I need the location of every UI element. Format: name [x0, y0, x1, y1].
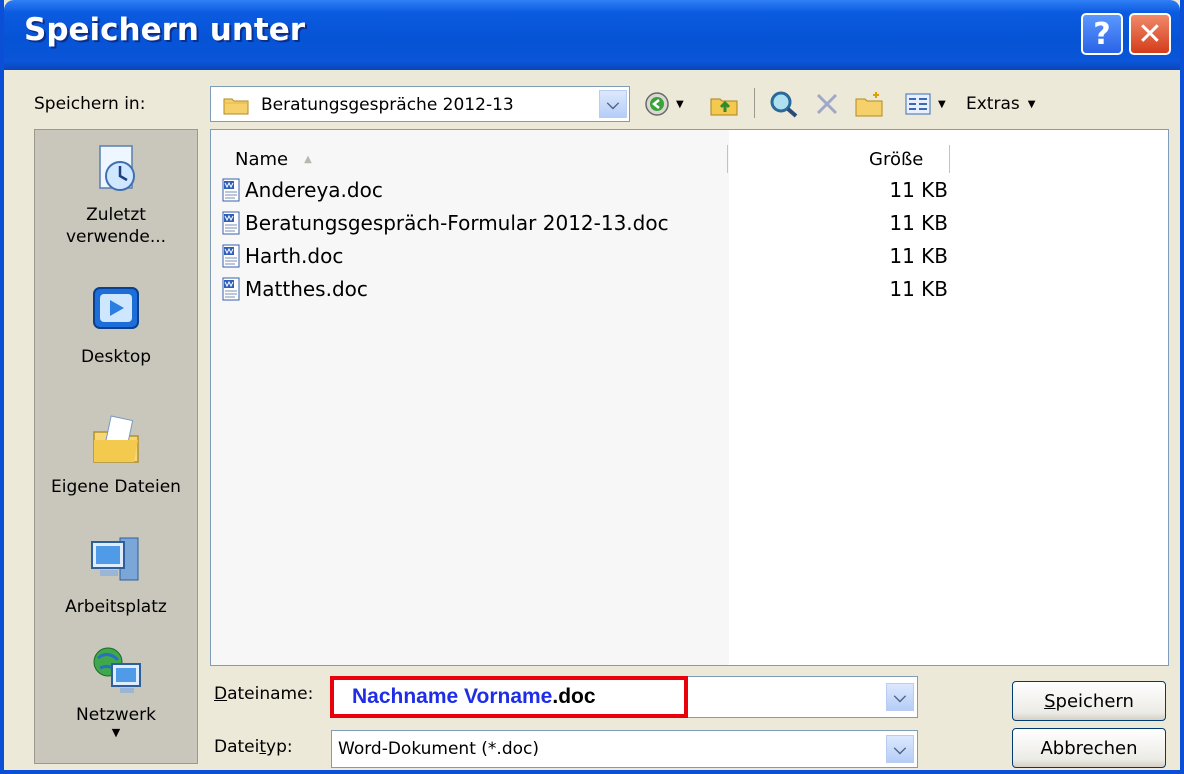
- column-separator[interactable]: [949, 145, 950, 173]
- places-bar: Zuletzt verwende... Desktop Eigene Datei…: [34, 129, 198, 764]
- filename-label: Dateiname:: [214, 684, 314, 704]
- recent-documents-icon: [99, 145, 135, 191]
- back-button[interactable]: ▼: [644, 86, 684, 122]
- word-document-icon: [222, 277, 240, 301]
- sort-ascending-icon: ▲: [304, 153, 312, 165]
- new-folder-icon: [855, 92, 883, 117]
- delete-icon: [816, 93, 838, 115]
- filename-text: Nachname Vorname.doc: [352, 685, 596, 709]
- network-icon: [93, 647, 141, 693]
- place-recent[interactable]: Zuletzt verwende...: [35, 140, 197, 248]
- filename-ext-part: .doc: [552, 685, 596, 708]
- views-icon: [905, 93, 931, 115]
- file-name: Beratungsgespräch-Formular 2012-13.doc: [245, 211, 669, 235]
- filename-dropdown-chevron-icon[interactable]: ⌵: [886, 683, 914, 711]
- cancel-button[interactable]: Abbrechen: [1012, 728, 1166, 768]
- extras-menu[interactable]: Extras ▼: [966, 86, 1035, 122]
- desktop-icon: [93, 287, 139, 329]
- filetype-dropdown-chevron-icon[interactable]: ⌵: [886, 735, 914, 763]
- file-size: 11 KB: [889, 277, 948, 301]
- save-in-label: Speichern in:: [34, 94, 146, 114]
- column-header-size[interactable]: Größe: [869, 142, 923, 176]
- back-icon: [645, 92, 669, 116]
- views-dropdown-icon[interactable]: ▼: [938, 99, 946, 110]
- search-web-icon: [770, 91, 798, 118]
- file-row[interactable]: Andereya.doc: [221, 174, 383, 206]
- save-button[interactable]: Speichern: [1012, 681, 1166, 721]
- file-size: 11 KB: [889, 211, 948, 235]
- place-label: Eigene Dateien: [51, 477, 181, 497]
- place-label: Arbeitsplatz: [65, 597, 167, 617]
- column-header-name-label: Name: [235, 148, 289, 170]
- place-label: Zuletzt verwende...: [65, 205, 167, 247]
- folder-icon: [223, 98, 249, 115]
- file-size: 11 KB: [889, 244, 948, 268]
- save-in-dropdown[interactable]: Beratungsgespräche 2012-13 ⌵: [210, 86, 630, 122]
- dialog-title: Speichern unter: [24, 12, 306, 48]
- file-name: Harth.doc: [245, 244, 344, 268]
- delete-button[interactable]: [814, 86, 840, 122]
- word-document-icon: [222, 244, 240, 268]
- help-button[interactable]: ?: [1081, 13, 1123, 55]
- place-network[interactable]: Netzwerk ▼: [35, 640, 197, 740]
- file-size: 11 KB: [889, 178, 948, 202]
- close-button[interactable]: ✕: [1129, 13, 1171, 55]
- place-my-computer[interactable]: Arbeitsplatz: [35, 530, 197, 618]
- web-search-button[interactable]: [769, 86, 799, 122]
- chevron-down-icon[interactable]: ⌵: [599, 90, 627, 118]
- file-row[interactable]: Harth.doc: [221, 240, 343, 272]
- place-my-documents[interactable]: Eigene Dateien: [35, 410, 197, 498]
- word-document-icon: [222, 211, 240, 235]
- back-dropdown-icon[interactable]: ▼: [676, 99, 684, 110]
- filetype-value: Word-Dokument (*.doc): [338, 739, 539, 759]
- file-name: Matthes.doc: [245, 277, 368, 301]
- column-header-size-label: Größe: [869, 148, 924, 170]
- filename-name-part: Nachname Vorname: [352, 685, 553, 708]
- column-header-name[interactable]: Name ▲: [235, 142, 312, 176]
- file-name: Andereya.doc: [245, 178, 383, 202]
- extras-dropdown-icon: ▼: [1027, 98, 1036, 110]
- extras-label: Extras: [966, 94, 1020, 114]
- toolbar-separator: [754, 88, 755, 118]
- file-row[interactable]: Matthes.doc: [221, 273, 368, 305]
- place-label: Desktop: [80, 347, 152, 367]
- place-desktop[interactable]: Desktop: [35, 280, 197, 368]
- my-documents-icon: [93, 415, 139, 463]
- up-folder-button[interactable]: [709, 86, 739, 122]
- current-folder-text: Beratungsgespräche 2012-13: [261, 95, 514, 115]
- save-as-dialog: Speichern unter ? ✕ Speichern in: Beratu…: [0, 0, 1184, 774]
- filetype-dropdown[interactable]: Word-Dokument (*.doc) ⌵: [331, 730, 918, 768]
- my-computer-icon: [91, 537, 139, 581]
- scroll-down-icon[interactable]: ▼: [35, 726, 197, 740]
- filetype-label: Dateityp:: [214, 737, 293, 757]
- column-separator[interactable]: [727, 145, 728, 173]
- place-label: Netzwerk: [76, 705, 156, 725]
- filename-field[interactable]: Nachname Vorname.doc ⌵: [330, 676, 918, 718]
- views-button[interactable]: ▼: [904, 86, 946, 122]
- file-list[interactable]: Name ▲ Größe Andereya.doc 11 KB Beratung…: [210, 129, 1169, 666]
- folder-up-icon: [710, 98, 738, 116]
- word-document-icon: [222, 178, 240, 202]
- new-folder-button[interactable]: [854, 86, 884, 122]
- file-row[interactable]: Beratungsgespräch-Formular 2012-13.doc: [221, 207, 669, 239]
- title-bar: Speichern unter ? ✕: [4, 0, 1180, 70]
